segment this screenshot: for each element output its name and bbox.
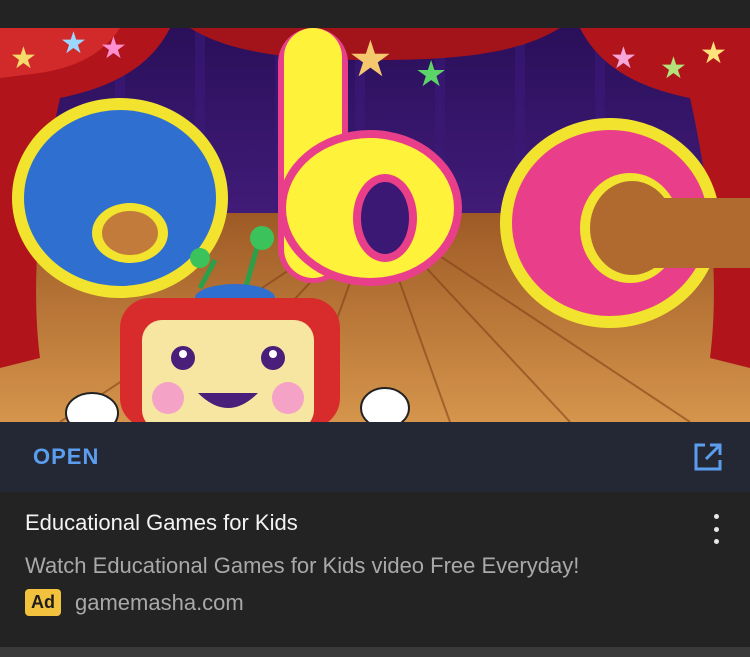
more-vert-icon[interactable] [706, 514, 726, 544]
ad-description: Watch Educational Games for Kids video F… [25, 553, 580, 578]
ad-banner-image[interactable]: ★ ★ ★ ★ ★ ★ ★ ★ [0, 28, 750, 422]
svg-text:★: ★ [610, 41, 637, 76]
open-button[interactable]: OPEN [33, 444, 99, 470]
svg-text:★: ★ [348, 30, 393, 88]
svg-text:★: ★ [10, 41, 37, 76]
svg-text:★: ★ [100, 31, 127, 66]
ad-source-row: Ad gamemasha.com [25, 589, 244, 616]
svg-text:★: ★ [60, 28, 87, 61]
ad-domain[interactable]: gamemasha.com [75, 590, 244, 616]
bottom-divider [0, 647, 750, 657]
ad-details: Educational Games for Kids Watch Educati… [0, 492, 750, 645]
ad-badge: Ad [25, 589, 61, 616]
svg-text:★: ★ [415, 54, 447, 95]
ad-title[interactable]: Educational Games for Kids [25, 510, 298, 536]
action-bar: OPEN [0, 422, 750, 492]
open-in-new-icon[interactable] [691, 440, 725, 474]
top-bar [0, 0, 750, 28]
svg-text:★: ★ [660, 51, 687, 86]
svg-text:★: ★ [700, 36, 727, 71]
